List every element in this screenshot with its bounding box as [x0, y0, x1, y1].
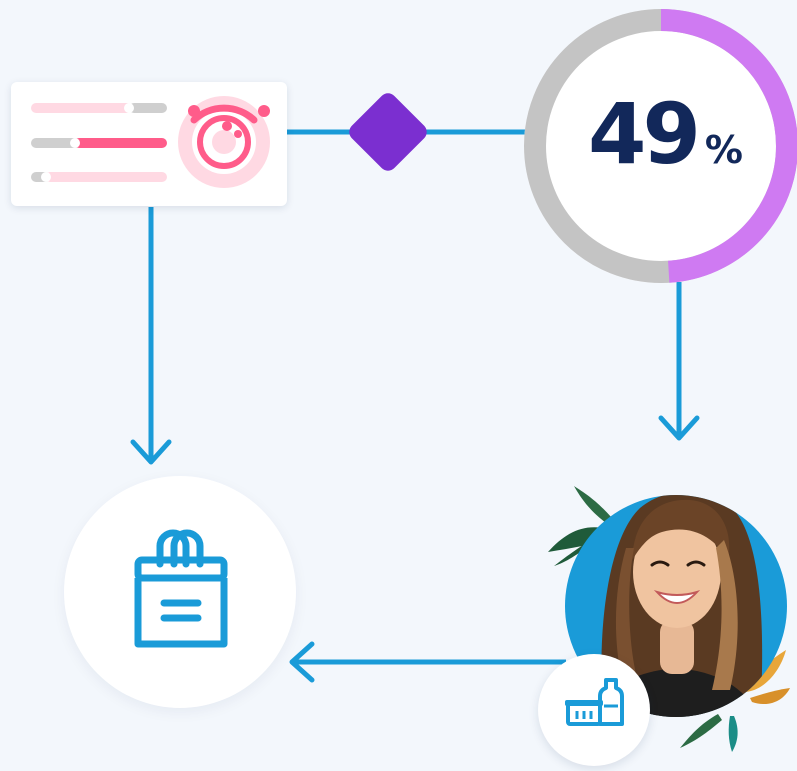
decision-diamond-icon: [349, 93, 427, 171]
target-icon: [178, 96, 270, 188]
grocery-node: [538, 654, 650, 766]
slider-2: [31, 138, 167, 148]
percentage-stat: 49 %: [588, 92, 758, 192]
slider-3: [31, 172, 167, 182]
stat-value: 49: [588, 85, 701, 183]
shopping-bag-node: [64, 476, 296, 708]
shopping-bag-icon: [134, 529, 228, 648]
settings-card: [11, 82, 287, 206]
slider-1: [31, 103, 167, 113]
stat-unit: %: [704, 128, 743, 172]
grocery-basket-bottle-icon: [565, 678, 624, 726]
sliders-and-target-icon: [31, 96, 270, 188]
